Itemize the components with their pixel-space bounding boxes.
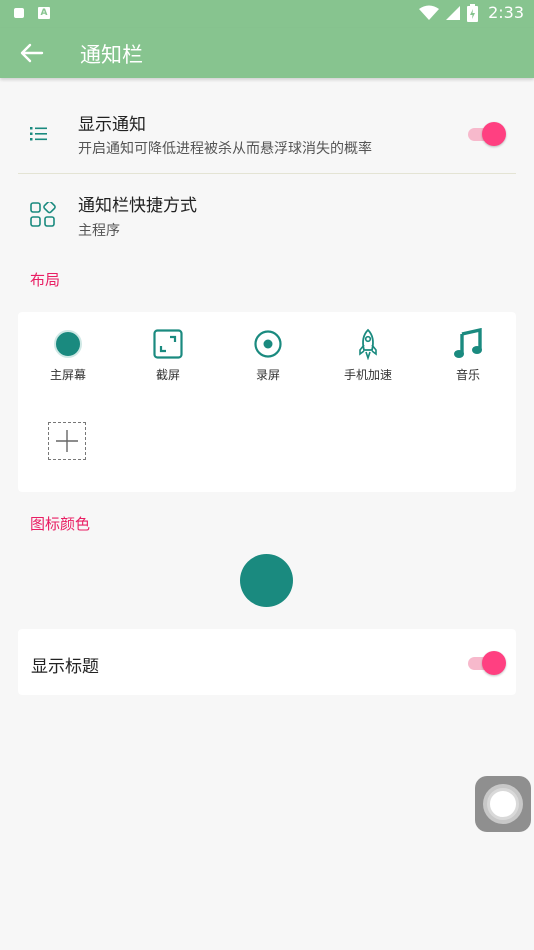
layout-card: 主屏幕 截屏 录屏 手机加速 音乐 xyxy=(18,312,516,492)
layout-section-label: 布局 xyxy=(30,271,61,289)
page-title: 通知栏 xyxy=(80,43,143,67)
show-notification-row[interactable]: 显示通知 开启通知可降低进程被杀从而悬浮球消失的概率 xyxy=(18,96,516,172)
wifi-icon xyxy=(419,5,440,20)
show-notification-subtitle: 开启通知可降低进程被杀从而悬浮球消失的概率 xyxy=(78,141,372,157)
layout-item-boost[interactable]: 手机加速 xyxy=(318,326,418,383)
show-notification-title: 显示通知 xyxy=(78,115,146,135)
app-notification-icon: A xyxy=(38,7,50,19)
layout-item-label: 音乐 xyxy=(455,368,480,382)
apps-grid-icon xyxy=(30,202,56,227)
status-time: 2:33 xyxy=(488,3,524,22)
show-notification-toggle[interactable] xyxy=(468,121,506,147)
layout-item-music[interactable]: 音乐 xyxy=(418,326,518,383)
list-icon xyxy=(30,127,47,141)
shortcut-subtitle: 主程序 xyxy=(78,223,120,239)
icon-color-section-label: 图标颜色 xyxy=(30,515,91,533)
add-layout-item-button[interactable] xyxy=(48,422,86,460)
floating-ball-button[interactable] xyxy=(475,776,531,832)
rocket-icon xyxy=(359,328,377,360)
status-bar: A 2:33 xyxy=(0,0,534,28)
app-bar: 通知栏 xyxy=(0,28,534,78)
show-title-toggle[interactable] xyxy=(468,650,506,676)
music-note-icon xyxy=(454,328,482,358)
back-arrow-icon[interactable] xyxy=(18,41,44,65)
layout-item-label: 手机加速 xyxy=(343,368,392,382)
show-title-row[interactable]: 显示标题 xyxy=(18,629,516,695)
battery-icon xyxy=(467,3,479,22)
icon-color-swatch[interactable] xyxy=(240,554,293,607)
divider xyxy=(18,173,516,174)
floating-ball-icon xyxy=(487,788,519,820)
layout-item-label: 主屏幕 xyxy=(49,368,86,382)
layout-item-screenshot[interactable]: 截屏 xyxy=(118,326,218,383)
screenshot-icon xyxy=(153,329,183,359)
layout-item-label: 截屏 xyxy=(155,368,180,382)
signal-icon xyxy=(446,5,461,20)
plus-icon xyxy=(56,430,78,452)
layout-item-home[interactable]: 主屏幕 xyxy=(18,326,118,383)
notification-icon xyxy=(14,8,24,18)
shortcut-title: 通知栏快捷方式 xyxy=(78,196,197,216)
shortcut-row[interactable]: 通知栏快捷方式 主程序 xyxy=(18,176,516,252)
layout-item-record[interactable]: 录屏 xyxy=(218,326,318,383)
record-icon xyxy=(254,330,282,358)
show-title-label: 显示标题 xyxy=(31,657,99,677)
circle-filled-icon xyxy=(54,330,82,358)
layout-item-label: 录屏 xyxy=(255,368,280,382)
